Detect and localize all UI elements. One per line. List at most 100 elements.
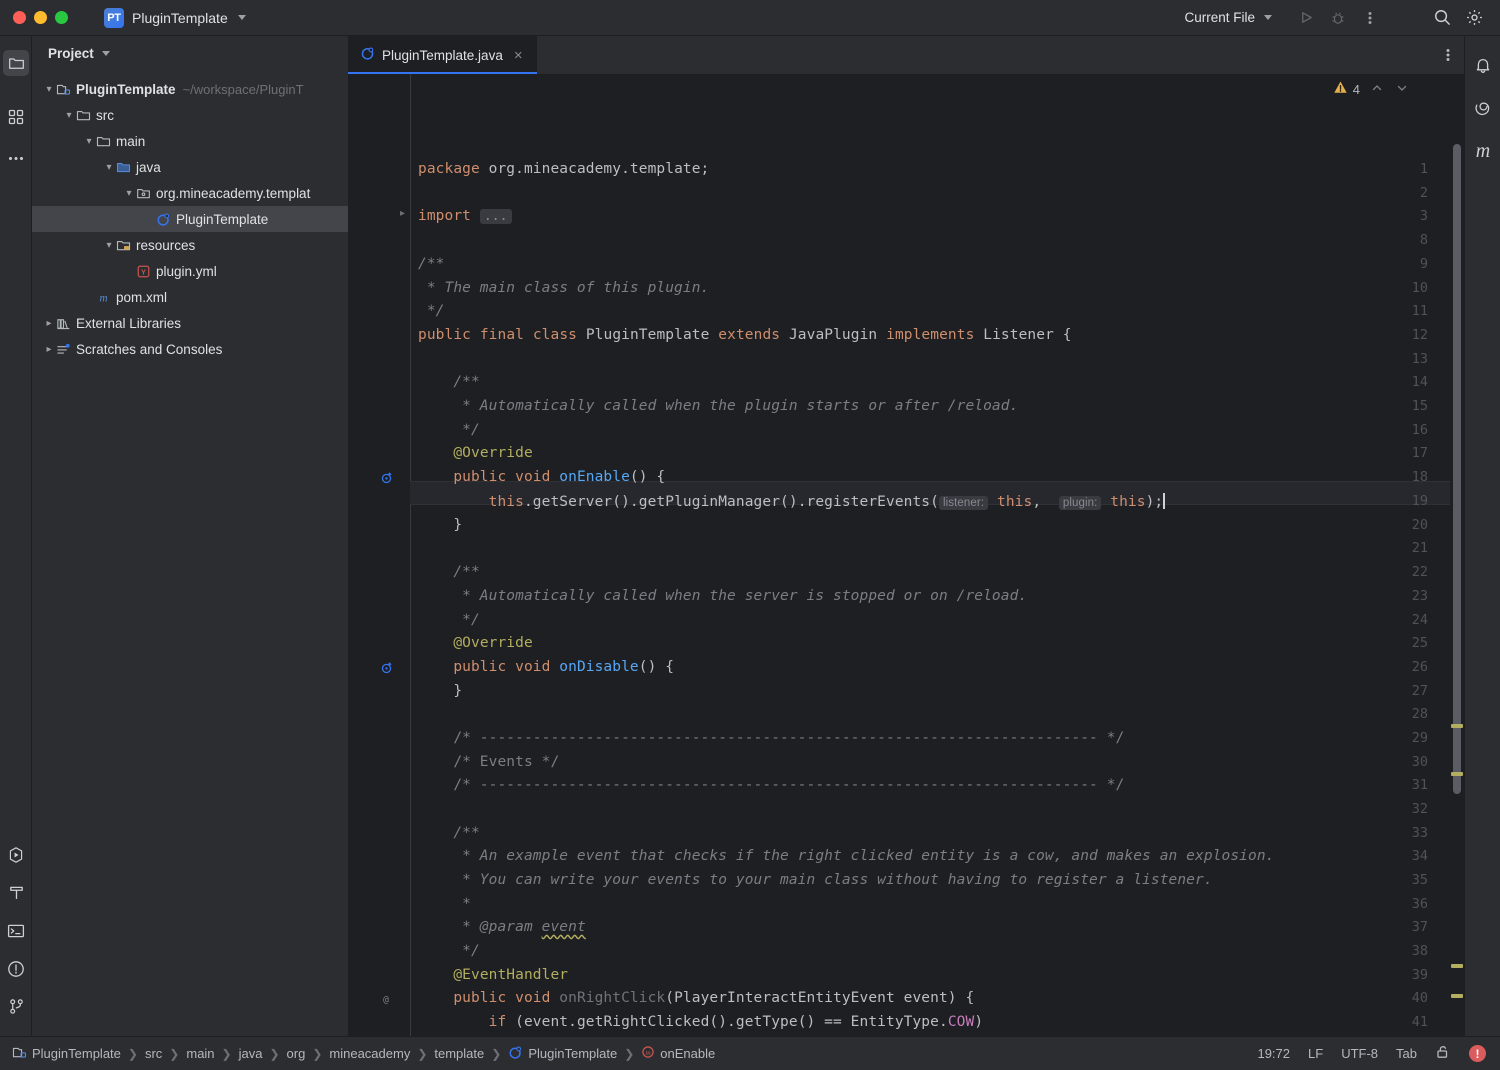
breadcrumb-separator: ❯ xyxy=(417,1046,428,1061)
build-tool-window-button[interactable] xyxy=(0,876,32,914)
tree-item-scratches-and-consoles[interactable]: ▸ Scratches and Consoles xyxy=(32,336,348,362)
unlocked-icon[interactable] xyxy=(1435,1044,1451,1063)
warning-count-label: 4 xyxy=(1352,81,1360,97)
caret-position-label[interactable]: 19:72 xyxy=(1257,1046,1290,1061)
debug-button[interactable] xyxy=(1322,4,1354,32)
ai-assistant-button[interactable] xyxy=(1465,88,1500,130)
maven-button[interactable]: m xyxy=(1465,130,1500,172)
breadcrumb-item[interactable]: src xyxy=(145,1046,162,1061)
tree-item-label: PluginTemplate xyxy=(176,211,269,227)
chevron-right-icon[interactable]: ▸ xyxy=(42,318,56,329)
breadcrumb-label: template xyxy=(434,1046,485,1061)
tree-item-src[interactable]: ▾ src xyxy=(32,102,348,128)
window-controls[interactable] xyxy=(13,11,68,24)
breadcrumb-item[interactable]: org xyxy=(287,1046,306,1061)
java-class-icon xyxy=(360,46,375,64)
tree-item-plugin-yml[interactable]: Yplugin.yml xyxy=(32,258,348,284)
chevron-down-icon[interactable]: ▾ xyxy=(62,110,76,121)
code-line-29: /* -------------------------------------… xyxy=(418,730,1125,746)
error-status-badge[interactable]: ! xyxy=(1469,1045,1486,1062)
parameter-hint-plugin: plugin: xyxy=(1058,496,1102,510)
editor-tab-bar: PluginTemplate.java × xyxy=(348,36,1464,74)
editor-options-button[interactable] xyxy=(1432,36,1464,74)
run-configuration-selector[interactable]: Current File xyxy=(1176,6,1280,29)
title-bar: PT PluginTemplate Current File xyxy=(0,0,1500,36)
text-caret xyxy=(1163,493,1166,509)
indent-label[interactable]: Tab xyxy=(1396,1046,1417,1061)
tree-item-plugintemplate[interactable]: PluginTemplate xyxy=(32,206,348,232)
method-icon: m xyxy=(641,1045,655,1062)
code-editor[interactable]: 1 2 3 ▸ 8 9 10 11 12 13 14 15 16 17 18 19 20 21 22 23 24 25 26… xyxy=(348,74,1464,1036)
folder-icon xyxy=(76,108,91,123)
tree-item-plugintemplate[interactable]: ▾ PluginTemplate ~/workspace/PluginT xyxy=(32,76,348,102)
warning-marker[interactable] xyxy=(1451,772,1463,776)
tree-item-label: Scratches and Consoles xyxy=(76,341,223,357)
project-panel-title: Project xyxy=(48,45,94,61)
folded-imports-chip[interactable]: ... xyxy=(479,209,512,224)
code-line-11: */ xyxy=(418,303,445,319)
encoding-label[interactable]: UTF-8 xyxy=(1341,1046,1378,1061)
module-icon xyxy=(56,82,71,97)
line-separator-label[interactable]: LF xyxy=(1308,1046,1323,1061)
inspection-widget[interactable]: 4 xyxy=(1333,80,1408,98)
chevron-up-icon[interactable] xyxy=(1371,82,1383,97)
code-line-22: /** xyxy=(418,564,480,580)
git-branch-icon xyxy=(8,998,25,1020)
project-tool-window-button[interactable] xyxy=(0,44,32,82)
tree-item-pom-xml[interactable]: m pom.xml xyxy=(32,284,348,310)
close-window-button[interactable] xyxy=(13,11,26,24)
breadcrumb-item[interactable]: template xyxy=(434,1046,484,1061)
search-everywhere-button[interactable] xyxy=(1426,4,1458,32)
minimize-window-button[interactable] xyxy=(34,11,47,24)
code-line-9: /** xyxy=(418,256,445,272)
settings-button[interactable] xyxy=(1458,4,1490,32)
tree-item-label: main xyxy=(116,133,146,149)
code-line-17: @Override xyxy=(453,445,533,461)
breadcrumb-item[interactable]: main xyxy=(186,1046,214,1061)
more-options-button[interactable] xyxy=(1354,4,1386,32)
more-tool-windows-button[interactable] xyxy=(0,138,32,176)
svg-text:m: m xyxy=(646,1049,651,1057)
chevron-down-icon[interactable]: ▾ xyxy=(82,136,96,147)
notifications-button[interactable] xyxy=(1465,46,1500,88)
problems-tool-window-button[interactable] xyxy=(0,952,32,990)
tree-item-resources[interactable]: ▾ resources xyxy=(32,232,348,258)
chevron-down-icon[interactable] xyxy=(1396,82,1408,97)
breadcrumb-item[interactable]: mineacademy xyxy=(329,1046,410,1061)
breadcrumb-item[interactable]: java xyxy=(239,1046,263,1061)
editor-scrollbar-thumb[interactable] xyxy=(1453,144,1461,794)
chevron-right-icon[interactable]: ▸ xyxy=(42,344,56,355)
close-icon[interactable]: × xyxy=(514,47,523,64)
editor-tab-plugintemplate[interactable]: PluginTemplate.java × xyxy=(348,36,537,74)
editor-tab-label: PluginTemplate.java xyxy=(382,47,503,63)
project-selector[interactable]: PT PluginTemplate xyxy=(104,7,246,28)
project-badge: PT xyxy=(104,7,124,28)
version-control-tool-window-button[interactable] xyxy=(0,990,32,1028)
project-panel-header[interactable]: Project xyxy=(32,36,348,70)
code-line-3: import ... xyxy=(418,208,1464,224)
warning-marker[interactable] xyxy=(1451,994,1463,998)
tree-item-main[interactable]: ▾ main xyxy=(32,128,348,154)
breadcrumb-item[interactable]: PluginTemplate xyxy=(508,1045,617,1063)
breadcrumb-item[interactable]: PluginTemplate xyxy=(12,1045,121,1063)
code-line-15: * Automatically called when the plugin s… xyxy=(418,398,1019,414)
tree-item-external-libraries[interactable]: ▸ External Libraries xyxy=(32,310,348,336)
chevron-down-icon[interactable]: ▾ xyxy=(102,162,116,173)
chevron-down-icon[interactable]: ▾ xyxy=(122,188,136,199)
run-tool-window-button[interactable] xyxy=(0,838,32,876)
tree-item-java[interactable]: ▾ java xyxy=(32,154,348,180)
maximize-window-button[interactable] xyxy=(55,11,68,24)
warning-marker[interactable] xyxy=(1451,724,1463,728)
code-line-38: */ xyxy=(418,943,480,959)
run-button[interactable] xyxy=(1290,4,1322,32)
chevron-down-icon[interactable]: ▾ xyxy=(102,240,116,251)
breadcrumb-item[interactable]: m onEnable xyxy=(641,1045,715,1062)
editor-marker-track[interactable] xyxy=(1450,112,1464,1036)
warning-marker[interactable] xyxy=(1451,964,1463,968)
code-content[interactable]: package org.mineacademy.template; import… xyxy=(348,74,1464,1036)
chevron-down-icon[interactable]: ▾ xyxy=(42,84,56,95)
tree-item-org-mineacademy-templat[interactable]: ▾ org.mineacademy.templat xyxy=(32,180,348,206)
commit-tool-window-button[interactable] xyxy=(0,100,32,138)
terminal-tool-window-button[interactable] xyxy=(0,914,32,952)
yaml-file-icon: Y xyxy=(136,264,151,279)
